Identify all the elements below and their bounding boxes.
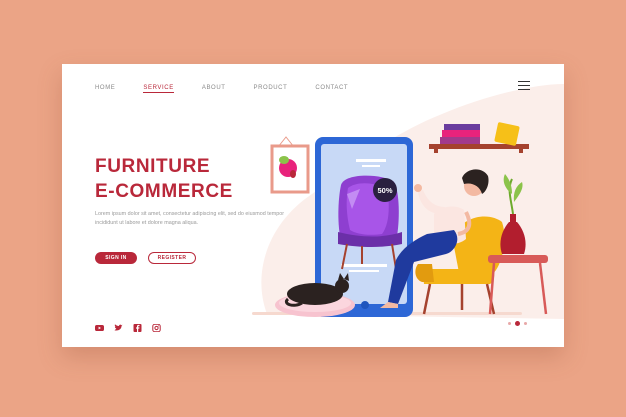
nav-home[interactable]: HOME bbox=[95, 85, 115, 93]
hero-title: FURNITURE E-COMMERCE bbox=[95, 154, 233, 204]
nav-product[interactable]: PRODUCT bbox=[254, 85, 288, 93]
facebook-icon[interactable] bbox=[133, 319, 142, 332]
register-button[interactable]: REGISTER bbox=[148, 252, 196, 264]
nav-service[interactable]: SERVICE bbox=[143, 85, 174, 93]
carousel-dot-1[interactable] bbox=[508, 322, 511, 325]
carousel-dot-2[interactable] bbox=[515, 321, 520, 326]
instagram-icon[interactable] bbox=[152, 319, 161, 333]
hamburger-menu-icon[interactable] bbox=[518, 81, 530, 90]
sign-in-button[interactable]: SIGN IN bbox=[95, 252, 137, 264]
wall-shelf bbox=[429, 122, 529, 153]
landing-page-card: 50% HOME SERVICE ABOUT PRODUCT CONTACT F… bbox=[62, 64, 564, 347]
carousel-dots bbox=[508, 321, 527, 326]
social-links bbox=[95, 319, 161, 333]
hero-illustration: 50% bbox=[252, 84, 564, 319]
nav-contact[interactable]: CONTACT bbox=[315, 85, 348, 93]
nav-about[interactable]: ABOUT bbox=[202, 85, 226, 93]
wall-picture-frame bbox=[270, 136, 310, 194]
hero-body-text: Lorem ipsum dolor sit amet, consectetur … bbox=[95, 211, 285, 226]
youtube-icon[interactable] bbox=[95, 319, 104, 331]
discount-badge: 50% bbox=[377, 186, 392, 195]
top-nav: HOME SERVICE ABOUT PRODUCT CONTACT bbox=[95, 85, 376, 93]
carousel-dot-3[interactable] bbox=[524, 322, 527, 325]
hero-title-line1: FURNITURE bbox=[95, 156, 211, 177]
hero-title-line2: E-COMMERCE bbox=[95, 181, 233, 202]
twitter-icon[interactable] bbox=[114, 319, 123, 331]
